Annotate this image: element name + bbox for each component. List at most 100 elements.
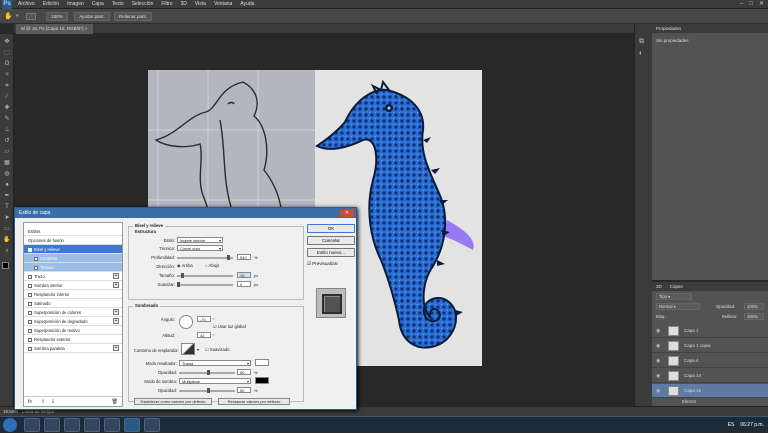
stamp-tool-icon[interactable]: ⊥ [3, 127, 11, 134]
size-slider[interactable] [177, 273, 233, 278]
style-item[interactable]: Bisel y relieve [24, 245, 122, 254]
fill-screen-button[interactable]: Rellenar pant. [114, 12, 152, 21]
ok-button[interactable]: OK [307, 224, 355, 233]
cancel-button[interactable]: Cancelar [307, 236, 355, 245]
highlight-opacity-field[interactable]: 50 [237, 369, 251, 375]
eye-icon[interactable]: ◉ [656, 343, 660, 349]
highlight-opacity-knob[interactable] [207, 370, 210, 375]
taskbar-app-icon[interactable] [84, 418, 100, 432]
style-checkbox[interactable] [28, 247, 32, 252]
menu-item-5[interactable]: Selección [132, 0, 154, 9]
style-checkbox[interactable] [34, 256, 38, 261]
zoom-tool-icon[interactable]: ⌕ [3, 248, 11, 255]
make-default-button[interactable]: Establecer como valores por defecto [134, 398, 212, 405]
blur-tool-icon[interactable]: ◍ [3, 171, 11, 178]
marquee-tool-icon[interactable]: ⬚ [3, 50, 11, 57]
style-checkbox[interactable] [28, 328, 32, 333]
highlight-opacity-slider[interactable] [179, 370, 235, 375]
scroll-all-windows-checkbox[interactable] [26, 13, 36, 20]
tab-layers[interactable]: Capas [670, 282, 683, 291]
hand-icon[interactable]: ✋ [3, 237, 11, 244]
fx-icon[interactable]: fx [28, 399, 32, 405]
magic-wand-tool-icon[interactable]: ✧ [3, 72, 11, 79]
language-indicator[interactable]: ES [728, 417, 735, 433]
menu-item-3[interactable]: Capa [92, 0, 104, 9]
style-item[interactable]: Resplandor interior [24, 290, 122, 299]
taskbar-chrome-icon[interactable] [104, 418, 120, 432]
history-brush-tool-icon[interactable]: ↺ [3, 138, 11, 145]
style-item[interactable]: Resplandor exterior [24, 335, 122, 344]
tab-3d[interactable]: 3D [656, 282, 662, 291]
taskbar-ie-icon[interactable] [24, 418, 40, 432]
trash-icon[interactable]: 🗑 [112, 397, 118, 407]
style-select[interactable]: Inglete interior ▾ [177, 237, 223, 243]
depth-slider-knob[interactable] [227, 255, 230, 260]
direction-down-radio[interactable]: ○ Abajo [205, 263, 219, 268]
eyedropper-tool-icon[interactable]: ⁄ [3, 94, 11, 101]
size-slider-knob[interactable] [181, 273, 184, 278]
add-style-icon[interactable]: + [113, 318, 119, 324]
maximize-icon[interactable]: □ [749, 0, 753, 9]
menu-item-8[interactable]: Vista [195, 0, 206, 9]
soften-field[interactable]: 0 [237, 281, 251, 287]
menu-item-6[interactable]: Filtro [161, 0, 172, 9]
dialog-close-icon[interactable]: ✕ [340, 209, 354, 217]
eye-icon[interactable]: ◉ [656, 358, 660, 364]
preview-checkbox[interactable]: ☑ Previsualizar [307, 261, 338, 267]
style-checkbox[interactable] [28, 301, 32, 306]
style-item[interactable]: Superposición de colores + [24, 308, 122, 317]
move-down-icon[interactable]: ⇩ [51, 399, 55, 405]
gradient-tool-icon[interactable]: ▦ [3, 160, 11, 167]
shadow-opacity-knob[interactable] [207, 388, 210, 393]
layer-row[interactable]: ◉ Capa 1 copia [652, 339, 768, 353]
adjustments-panel-icon[interactable]: ◐ [639, 50, 643, 57]
clock[interactable]: 06:27 p.m. [740, 417, 764, 433]
menu-item-1[interactable]: Edición [43, 0, 59, 9]
new-style-button[interactable]: Estilo nuevo... [307, 248, 355, 257]
style-item[interactable]: Superposición de motivo [24, 326, 122, 335]
layer-row[interactable]: ◉ Capa 1 [652, 324, 768, 338]
reset-default-button[interactable]: Restaurar valores por defecto [218, 398, 290, 405]
foreground-color-swatch[interactable] [2, 262, 9, 269]
healing-tool-icon[interactable]: ✚ [3, 105, 11, 112]
style-item[interactable]: Sombra paralela + [24, 344, 122, 353]
depth-slider[interactable] [177, 255, 233, 260]
angle-dial[interactable] [179, 315, 193, 329]
path-selection-tool-icon[interactable]: ➤ [3, 215, 11, 222]
menu-item-4[interactable]: Texto [112, 0, 124, 9]
angle-field[interactable]: -70 [197, 316, 211, 322]
add-style-icon[interactable]: + [113, 309, 119, 315]
taskbar-photoshop-icon[interactable] [124, 418, 140, 432]
taskbar-media-icon[interactable] [64, 418, 80, 432]
highlight-mode-select[interactable]: Trama ▾ [179, 360, 251, 366]
shadow-color-swatch[interactable] [255, 377, 269, 384]
style-checkbox[interactable] [28, 319, 32, 324]
altitude-field[interactable]: 42 [197, 332, 211, 338]
eye-icon[interactable]: ◉ [656, 328, 660, 334]
taskbar-app2-icon[interactable] [144, 418, 160, 432]
style-item[interactable]: Estilos [24, 227, 122, 236]
style-item[interactable]: Trazo + [24, 272, 122, 281]
pen-tool-icon[interactable]: ✒ [3, 193, 11, 200]
taskbar-explorer-icon[interactable] [44, 418, 60, 432]
shape-tool-icon[interactable]: ▭ [3, 226, 11, 233]
add-style-icon[interactable]: + [113, 282, 119, 288]
soften-slider[interactable] [177, 282, 233, 287]
antialias-checkbox[interactable]: ☐ Suavizado [205, 347, 229, 352]
layer-row[interactable]: ◉ Capa 4 [652, 354, 768, 368]
style-item[interactable]: Superposición de degradado + [24, 317, 122, 326]
style-item[interactable]: Textura [24, 263, 122, 272]
layer-effects-label[interactable]: Efectos [682, 399, 696, 404]
contour-dropdown-icon[interactable]: ▾ [197, 347, 199, 352]
close-icon[interactable]: ✕ [759, 0, 764, 9]
menu-item-2[interactable]: Imagen [67, 0, 84, 9]
style-item[interactable]: Contorno [24, 254, 122, 263]
technique-select[interactable]: Cincel duro ▾ [177, 245, 223, 251]
direction-up-radio[interactable]: ◉ Arriba [177, 263, 193, 268]
lasso-tool-icon[interactable]: ʘ [3, 61, 11, 68]
layer-row[interactable]: ◉ Capa 14 [652, 369, 768, 383]
fill-field[interactable]: 100% [744, 313, 764, 320]
style-checkbox[interactable] [28, 346, 32, 351]
size-field[interactable]: 10 [237, 272, 251, 278]
style-checkbox[interactable] [34, 265, 38, 270]
